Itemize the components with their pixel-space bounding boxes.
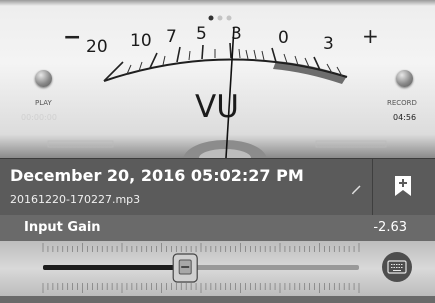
page-dot-1[interactable]	[208, 15, 214, 21]
scale-label-7: 7	[166, 27, 177, 47]
slider-ticks-bottom	[42, 283, 360, 293]
play-label: PLAY	[35, 99, 52, 107]
recording-filename: 20161220-170227.mp3	[10, 193, 141, 206]
input-gain-value: -2.63	[373, 220, 407, 235]
red-zone-band	[273, 61, 347, 84]
slider-ticks-top	[42, 243, 360, 252]
keyboard-button[interactable]	[382, 252, 412, 282]
gain-slider[interactable]	[0, 241, 435, 296]
vu-label: VU	[195, 89, 239, 125]
play-button[interactable]	[35, 70, 52, 87]
page-dot-2[interactable]	[217, 15, 223, 21]
bookmark-plus-icon	[395, 176, 411, 196]
input-gain-bar: Input Gain -2.63	[0, 215, 435, 241]
slider-fill	[43, 265, 186, 270]
record-button[interactable]	[396, 70, 413, 87]
scale-label-10: 10	[130, 31, 152, 51]
bottom-strip	[0, 296, 435, 303]
scale-label-plus3: 3	[323, 34, 334, 54]
input-gain-label: Input Gain	[24, 220, 101, 235]
scale-label-20: 20	[86, 37, 108, 57]
recording-title[interactable]: December 20, 2016 05:02:27 PM	[10, 166, 304, 185]
record-label: RECORD	[387, 99, 417, 107]
minus-sign: −	[63, 25, 81, 50]
vu-meter: 20 10 7 5 3 0 3 − + VU PLAY 00:00:00 REC…	[0, 0, 435, 158]
pencil-icon[interactable]	[350, 181, 364, 195]
scale-label-5: 5	[196, 24, 207, 44]
recording-info: December 20, 2016 05:02:27 PM 20161220-1…	[0, 158, 435, 216]
slider-thumb[interactable]	[172, 253, 198, 283]
play-time: 00:00:00	[21, 113, 57, 122]
vu-scale: 20 10 7 5 3 0 3 − + VU	[47, 15, 387, 158]
plus-sign: +	[362, 24, 379, 48]
faint-label-right	[315, 140, 387, 148]
page-dot-3[interactable]	[226, 15, 232, 21]
gain-slider-area	[0, 241, 435, 296]
faint-label-left	[47, 140, 114, 148]
record-time: 04:56	[393, 113, 417, 122]
bookmark-button[interactable]	[373, 159, 435, 215]
scale-label-0: 0	[278, 28, 289, 48]
